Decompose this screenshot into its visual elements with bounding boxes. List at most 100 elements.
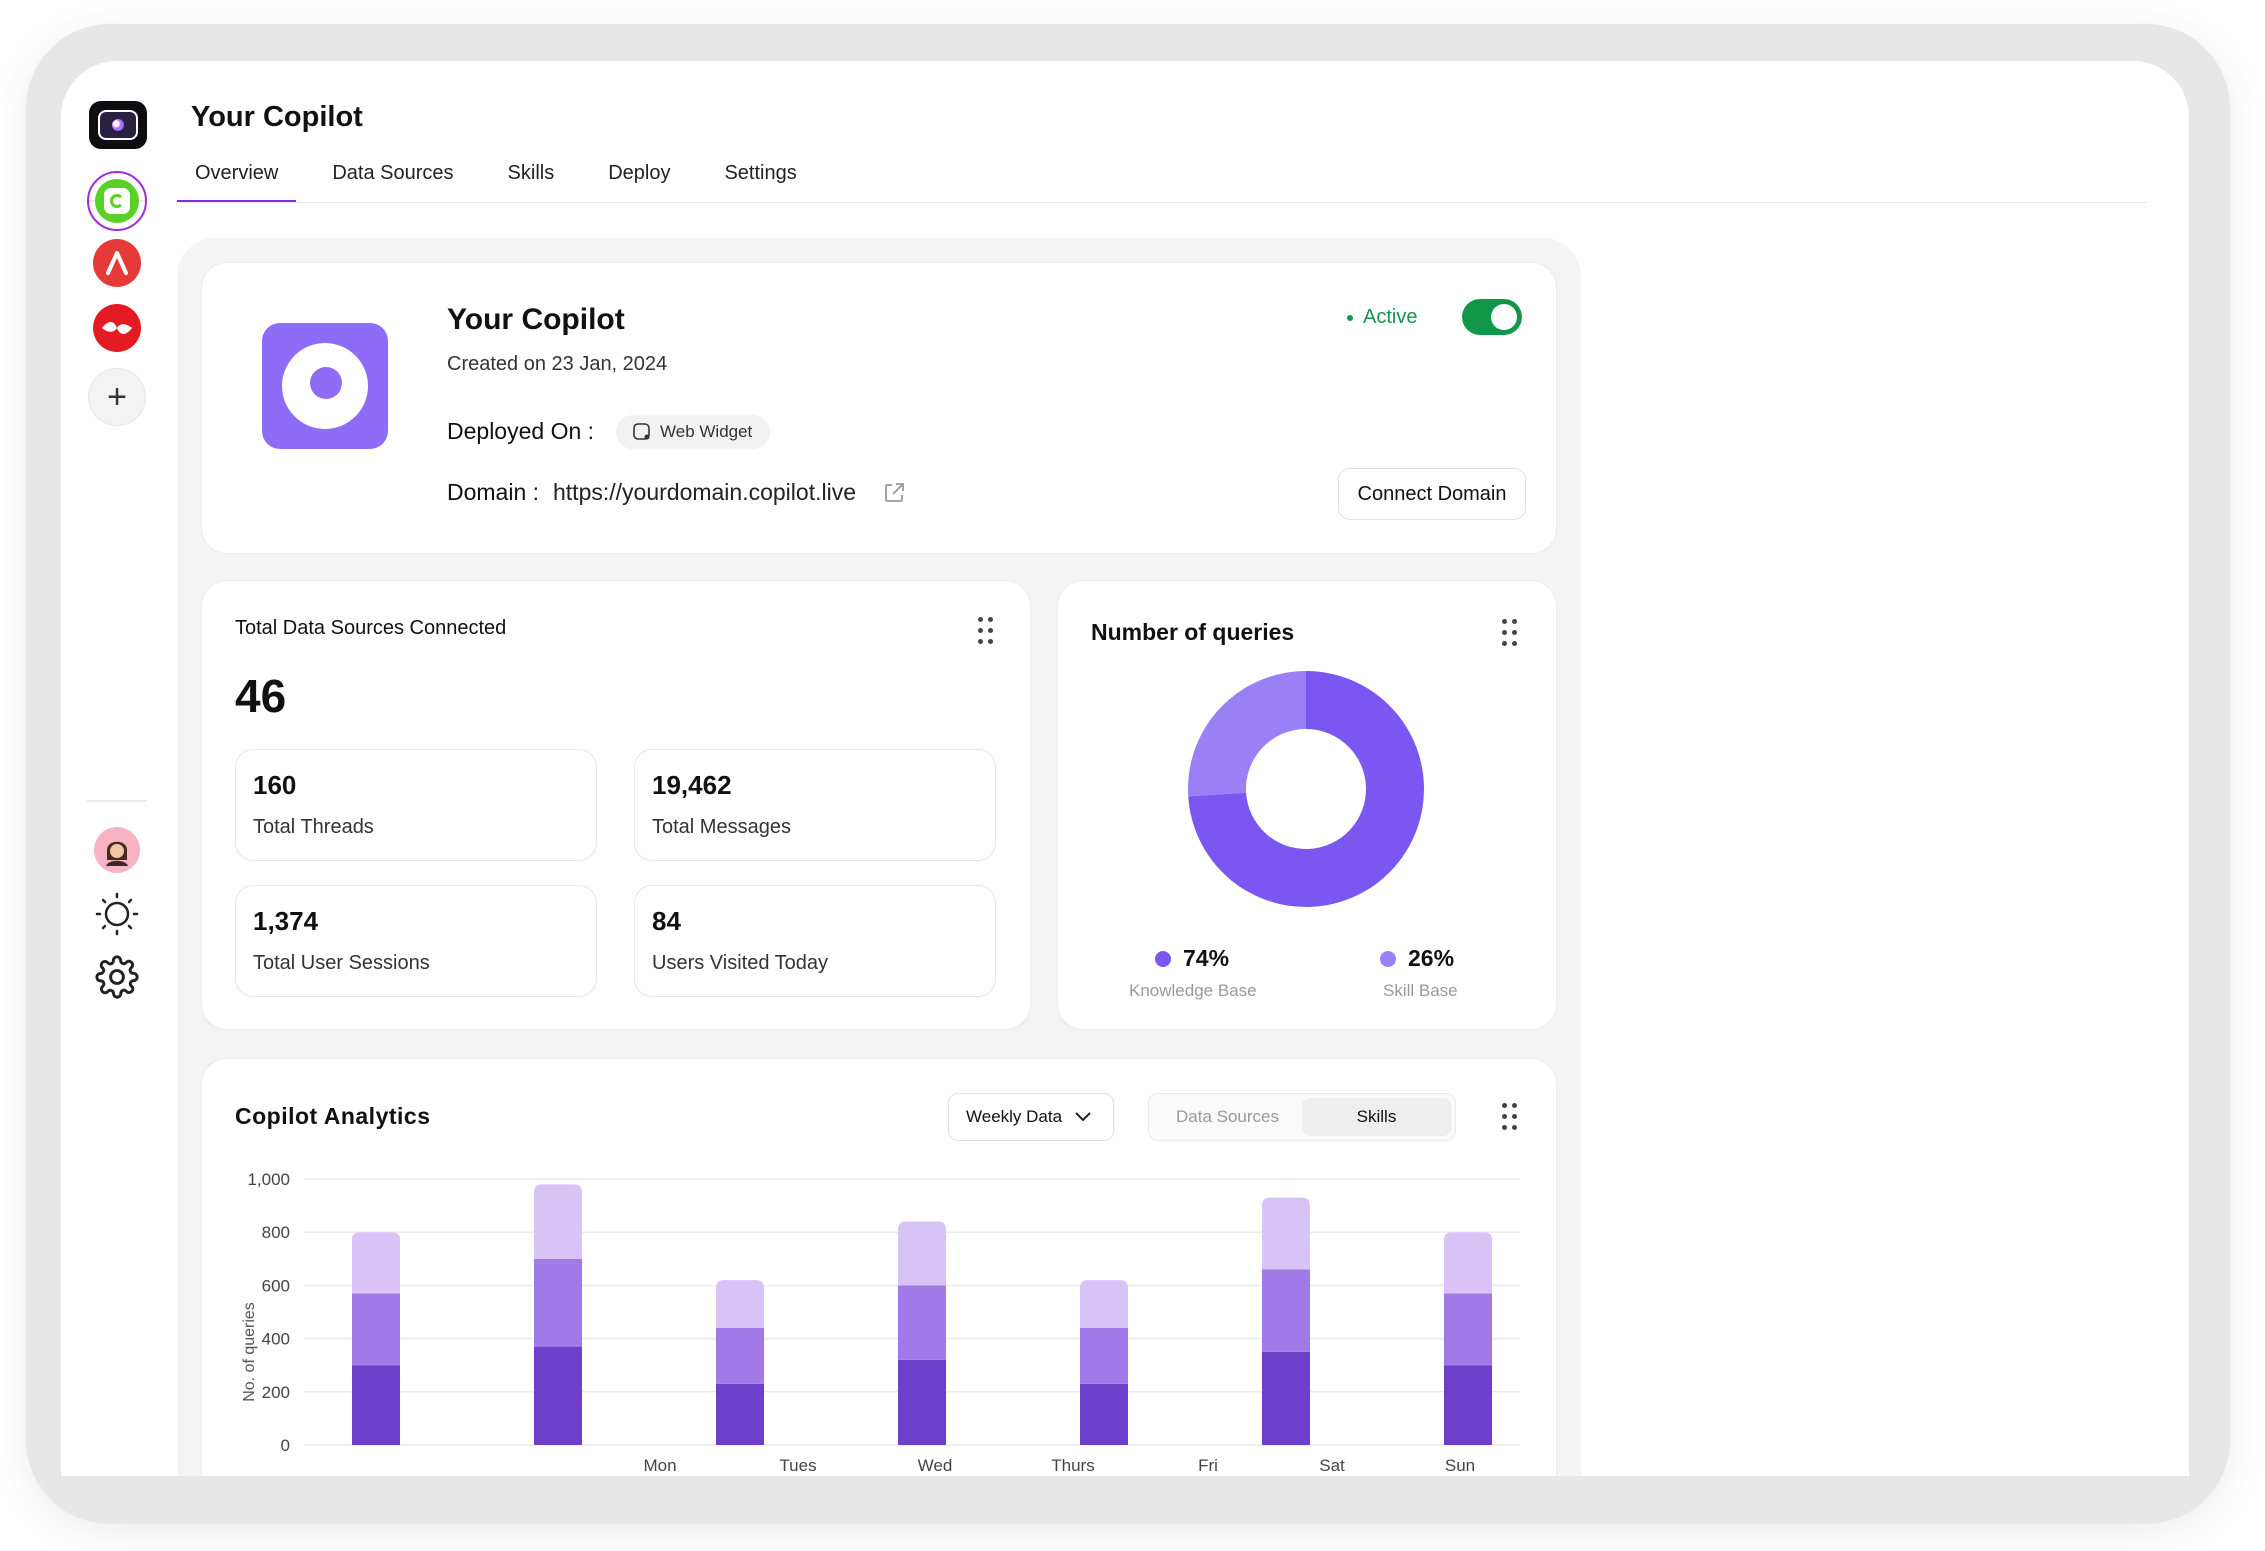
- queries-menu-icon[interactable]: [1502, 619, 1517, 646]
- web-widget-label: Web Widget: [660, 422, 753, 441]
- tab-deploy[interactable]: Deploy: [590, 153, 688, 203]
- tab-data-sources[interactable]: Data Sources: [314, 153, 471, 203]
- data-sources-menu-icon[interactable]: [978, 617, 993, 644]
- rail-app-a[interactable]: [87, 233, 147, 293]
- x-tick-label: Sat: [1319, 1456, 1345, 1475]
- bar-segment: [352, 1232, 400, 1294]
- status-dot: [1347, 314, 1353, 321]
- status-badge: Active: [1347, 306, 1417, 329]
- stat-label: Total Messages: [652, 816, 791, 838]
- bar-segment: [716, 1383, 764, 1445]
- external-link-icon[interactable]: [882, 481, 906, 505]
- stat-total-user-sessions: 1,374 Total User Sessions: [235, 885, 597, 997]
- avatar: [94, 827, 140, 873]
- rail-app-wave[interactable]: [87, 298, 147, 358]
- bar-segment: [352, 1365, 400, 1445]
- bar-segment: [1444, 1293, 1492, 1366]
- logo-inner: [98, 110, 138, 140]
- bar-segment: [898, 1285, 946, 1360]
- rail-divider-bottom: [87, 800, 147, 802]
- app-title: Your Copilot: [191, 101, 363, 133]
- domain-label: Domain :: [447, 479, 540, 505]
- y-tick-label: 400: [262, 1330, 290, 1349]
- x-tick-label: Fri: [1198, 1456, 1218, 1475]
- app-screen: + Your Copilot Overview Data Sources Ski…: [61, 61, 2189, 1476]
- bar-segment: [1262, 1197, 1310, 1270]
- bar-segment: [1080, 1280, 1128, 1328]
- x-tick-label: Sun: [1445, 1456, 1475, 1475]
- domain-link[interactable]: https://yourdomain.copilot.live: [553, 479, 856, 506]
- status-text: Active: [1363, 306, 1418, 328]
- x-tick-label: Mon: [643, 1456, 676, 1475]
- donut-slice-1: [1188, 671, 1306, 797]
- web-widget-chip[interactable]: Web Widget: [616, 415, 771, 449]
- tab-bar: Overview Data Sources Skills Deploy Sett…: [177, 153, 833, 203]
- queries-title: Number of queries: [1091, 619, 1295, 645]
- header-divider: [177, 202, 2147, 203]
- red-wave-app-icon: [93, 304, 141, 352]
- bar-segment: [1080, 1327, 1128, 1384]
- bar-segment: [534, 1184, 582, 1259]
- x-tick-label: Wed: [918, 1456, 953, 1475]
- rail-avatar[interactable]: [87, 820, 147, 880]
- stat-value: 84: [652, 906, 681, 936]
- bar-segment: [534, 1346, 582, 1445]
- bar-segment: [1444, 1232, 1492, 1294]
- bar-segment: [898, 1221, 946, 1286]
- y-tick-label: 200: [262, 1383, 290, 1402]
- bar-segment: [534, 1258, 582, 1347]
- gear-icon: [95, 955, 139, 999]
- tab-settings[interactable]: Settings: [706, 153, 814, 203]
- bar-segment: [1262, 1269, 1310, 1352]
- y-tick-label: 600: [262, 1276, 290, 1295]
- queries-card: Number of queries 74% Knowledge Base 26%…: [1057, 580, 1557, 1030]
- active-toggle[interactable]: [1462, 299, 1522, 335]
- created-date: Created on 23 Jan, 2024: [447, 353, 668, 375]
- legend-label: Skill Base: [1383, 981, 1458, 1000]
- stat-label: Users Visited Today: [652, 952, 829, 974]
- connect-domain-button[interactable]: Connect Domain: [1338, 468, 1526, 520]
- analytics-card: Copilot Analytics Weekly Data Data Sourc…: [201, 1058, 1557, 1476]
- stat-value: 19,462: [652, 770, 732, 800]
- logo-dot: [112, 119, 124, 131]
- rail-app-copilot[interactable]: [87, 171, 147, 231]
- bar-segment: [716, 1280, 764, 1328]
- plus-icon: +: [88, 368, 146, 426]
- stat-label: Total Threads: [253, 816, 374, 838]
- legend-pct: 26%: [1408, 945, 1455, 971]
- legend-pct: 74%: [1183, 945, 1230, 971]
- bar-segment: [898, 1359, 946, 1445]
- x-tick-label: Thurs: [1051, 1456, 1094, 1475]
- copilot-name: Your Copilot: [447, 303, 625, 336]
- x-tick-label: Tues: [779, 1456, 816, 1475]
- data-sources-title: Total Data Sources Connected: [235, 617, 507, 639]
- tab-overview[interactable]: Overview: [177, 153, 297, 203]
- legend-skill-base: 26%: [1380, 945, 1454, 972]
- rail-theme[interactable]: [87, 884, 147, 944]
- stat-total-messages: 19,462 Total Messages: [634, 749, 996, 861]
- tab-skills[interactable]: Skills: [490, 153, 573, 203]
- widget-icon: [633, 423, 650, 440]
- stat-value: 1,374: [253, 906, 319, 936]
- stat-users-visited-today: 84 Users Visited Today: [634, 885, 996, 997]
- data-sources-total: 46: [235, 670, 287, 722]
- copilot-brand-icon: [262, 323, 388, 449]
- copilot-info-card: Your Copilot Created on 23 Jan, 2024 Dep…: [201, 262, 1557, 554]
- stat-label: Total User Sessions: [253, 952, 430, 974]
- copilot-app-icon: [95, 179, 139, 223]
- analytics-bar-chart: 0 200 400 600 800 1,000 No. of queries Mon Tues W…: [241, 1170, 1520, 1475]
- bar-segment: [352, 1293, 400, 1366]
- stat-value: 160: [253, 770, 297, 800]
- rail-settings[interactable]: [87, 947, 147, 1007]
- y-tick-label: 800: [262, 1223, 290, 1242]
- stat-total-threads: 160 Total Threads: [235, 749, 597, 861]
- bar-segment: [716, 1327, 764, 1384]
- bar-segment: [1262, 1351, 1310, 1445]
- legend-label: Knowledge Base: [1129, 981, 1257, 1000]
- rail-add[interactable]: +: [87, 367, 147, 427]
- bar-segment: [1080, 1383, 1128, 1445]
- red-a-app-icon: [93, 239, 141, 287]
- copilot-logo[interactable]: [89, 101, 147, 149]
- data-sources-card: Total Data Sources Connected 46 160 Tota…: [201, 580, 1031, 1030]
- queries-donut-chart: [1188, 671, 1424, 907]
